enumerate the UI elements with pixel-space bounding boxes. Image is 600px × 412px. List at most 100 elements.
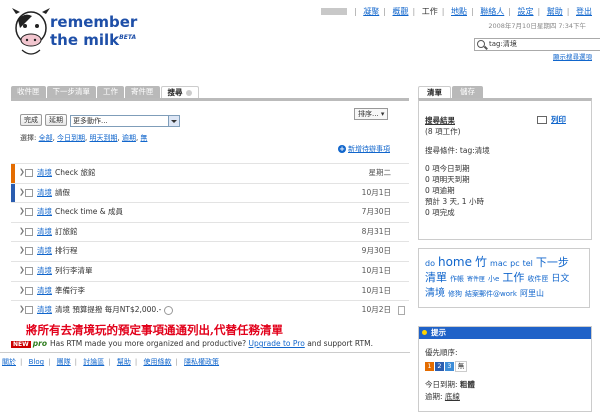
chevron-right-icon[interactable]: ❯ xyxy=(19,242,25,259)
task-row[interactable]: ❯ 清境 清境 預算提撥 每月NT$2,000.- 10月2日 xyxy=(11,300,409,320)
nav-item-2[interactable]: 工作 xyxy=(422,7,438,16)
tab-inbox[interactable]: 收件匣 xyxy=(11,86,46,98)
select-tomorrow-link[interactable]: 明天到期 xyxy=(90,134,118,142)
tag-cloud-item[interactable]: 工作 xyxy=(502,271,524,284)
more-actions-select[interactable]: 更多動作... xyxy=(70,115,180,127)
task-tag-link[interactable]: 清境 xyxy=(37,203,52,220)
app-logo[interactable]: remember the milkBETA xyxy=(50,14,137,48)
select-all-link[interactable]: 全部 xyxy=(39,134,53,142)
nav-item-4[interactable]: 聯絡人 xyxy=(480,7,504,16)
task-tag-link[interactable]: 清境 xyxy=(37,301,52,318)
nav-item-0[interactable]: 凝聚 xyxy=(363,7,379,16)
task-name[interactable]: 請假 xyxy=(55,184,70,201)
task-checkbox[interactable] xyxy=(25,169,33,177)
task-checkbox[interactable] xyxy=(25,227,33,236)
close-tab-icon[interactable] xyxy=(185,90,192,96)
chevron-right-icon[interactable]: ❯ xyxy=(19,262,25,279)
task-checkbox[interactable] xyxy=(25,306,33,315)
tag-cloud-item[interactable]: 清境 xyxy=(425,288,445,299)
task-name[interactable]: 訂旅館 xyxy=(55,223,78,240)
tag-cloud-item[interactable]: 清單 xyxy=(425,271,447,284)
tag-cloud-item[interactable]: home xyxy=(438,255,472,269)
task-row[interactable]: ❯ 清境 請假 10月1日 xyxy=(11,182,409,203)
tag-cloud-item[interactable]: 阿里山 xyxy=(520,289,544,298)
task-checkbox[interactable] xyxy=(25,208,33,217)
nav-item-7[interactable]: 登出 xyxy=(576,7,592,16)
tab-work[interactable]: 工作 xyxy=(97,86,124,98)
task-row[interactable]: ❯ 清境 Check time & 成員 7月30日 xyxy=(11,202,409,222)
tag-cloud-item[interactable]: 結案郵件@work xyxy=(465,290,517,298)
tag-cloud-item[interactable]: 寄件匣 xyxy=(467,276,485,283)
tag-cloud-item[interactable]: 收件匣 xyxy=(527,275,548,283)
chevron-right-icon[interactable]: ❯ xyxy=(19,301,25,318)
print-link[interactable]: 列印 xyxy=(537,114,566,125)
add-task-button[interactable]: + 新增待辦事項 xyxy=(338,144,390,154)
nav-item-3[interactable]: 地點 xyxy=(451,7,467,16)
tag-cloud-item[interactable]: 小e xyxy=(488,275,499,283)
task-checkbox[interactable] xyxy=(25,286,33,295)
search-input[interactable]: tag:清境 xyxy=(474,38,600,51)
pro-promo: NEW pro Has RTM made you more organized an… xyxy=(11,339,373,348)
task-row[interactable]: ❯ 清境 Check 旅館 星期二 xyxy=(11,163,409,183)
task-row[interactable]: ❯ 清境 準備行李 10月1日 xyxy=(11,280,409,301)
footer-link-about[interactable]: 關於 xyxy=(2,358,16,366)
postpone-button[interactable]: 延期 xyxy=(45,114,67,126)
task-name[interactable]: Check time & 成員 xyxy=(55,203,123,220)
chevron-right-icon[interactable]: ❯ xyxy=(19,184,25,201)
task-checkbox[interactable] xyxy=(25,188,33,197)
footer-link-privacy[interactable]: 隱私權政策 xyxy=(184,358,219,366)
priority-bar xyxy=(11,242,15,261)
tag-cloud-item[interactable]: 修狗 xyxy=(448,290,462,298)
priority-legend: 123無 xyxy=(425,361,468,372)
task-tag-link[interactable]: 清境 xyxy=(37,164,52,181)
upgrade-to-pro-link[interactable]: Upgrade to Pro xyxy=(249,339,305,348)
tag-cloud-item[interactable]: 下一步 xyxy=(536,256,569,269)
task-name[interactable]: Check 旅館 xyxy=(55,164,95,181)
footer-link-team[interactable]: 團隊 xyxy=(57,358,71,366)
footer-link-terms[interactable]: 使用條款 xyxy=(143,358,171,366)
printer-icon xyxy=(537,116,547,124)
task-checkbox[interactable] xyxy=(25,266,33,275)
nav-item-6[interactable]: 幫助 xyxy=(547,7,563,16)
task-name[interactable]: 列行李清單 xyxy=(55,262,93,279)
task-name[interactable]: 排行程 xyxy=(55,242,78,259)
tag-cloud-item[interactable]: 竹 xyxy=(475,255,487,269)
tab-next-step[interactable]: 下一步清單 xyxy=(46,86,96,98)
tab-outbox[interactable]: 寄件匣 xyxy=(125,86,160,98)
task-due-date: 8月31日 xyxy=(361,226,391,236)
task-row[interactable]: ❯ 清境 訂旅館 8月31日 xyxy=(11,221,409,242)
task-tag-link[interactable]: 清境 xyxy=(37,184,52,201)
tag-cloud-item[interactable]: tel xyxy=(523,259,533,268)
footer-link-blog[interactable]: Blog xyxy=(29,358,44,366)
search-results-title[interactable]: 搜尋結果 xyxy=(425,115,455,126)
task-tag-link[interactable]: 清境 xyxy=(37,223,52,240)
chevron-right-icon[interactable]: ❯ xyxy=(19,223,25,240)
chevron-right-icon[interactable]: ❯ xyxy=(19,164,25,181)
complete-button[interactable]: 完成 xyxy=(20,114,42,126)
task-row[interactable]: ❯ 清境 列行李清單 10月1日 xyxy=(11,260,409,281)
sort-button[interactable]: 排序... ▾ xyxy=(354,108,389,120)
task-name[interactable]: 準備行李 xyxy=(55,282,85,299)
task-tag-link[interactable]: 清境 xyxy=(37,282,52,299)
chevron-right-icon[interactable]: ❯ xyxy=(19,282,25,299)
task-checkbox[interactable] xyxy=(25,247,33,256)
task-tag-link[interactable]: 清境 xyxy=(37,262,52,279)
nav-item-1[interactable]: 概觀 xyxy=(393,7,409,16)
advanced-search-link[interactable]: 顯示搜尋選項 xyxy=(553,51,592,61)
footer-link-help[interactable]: 幫助 xyxy=(117,358,131,366)
chevron-right-icon[interactable]: ❯ xyxy=(19,203,25,220)
task-name[interactable]: 清境 預算提撥 每月NT$2,000.- xyxy=(55,301,174,318)
select-today-link[interactable]: 今日到期 xyxy=(57,134,85,142)
nav-item-5[interactable]: 設定 xyxy=(518,7,534,16)
footer-link-forum[interactable]: 討論區 xyxy=(83,358,104,366)
tag-cloud-item[interactable]: mac xyxy=(490,259,507,268)
tag-cloud-item[interactable]: 作帳 xyxy=(450,275,464,283)
task-tag-link[interactable]: 清境 xyxy=(37,242,52,259)
select-overdue-link[interactable]: 逾期 xyxy=(122,134,136,142)
select-none-link[interactable]: 無 xyxy=(140,134,147,142)
tag-cloud-item[interactable]: pc xyxy=(510,259,519,268)
tab-saved[interactable]: 儲存 xyxy=(452,86,483,98)
tag-cloud-item[interactable]: 日文 xyxy=(551,274,569,284)
task-row[interactable]: ❯ 清境 排行程 9月30日 xyxy=(11,241,409,261)
tag-cloud-item[interactable]: do xyxy=(425,259,435,268)
